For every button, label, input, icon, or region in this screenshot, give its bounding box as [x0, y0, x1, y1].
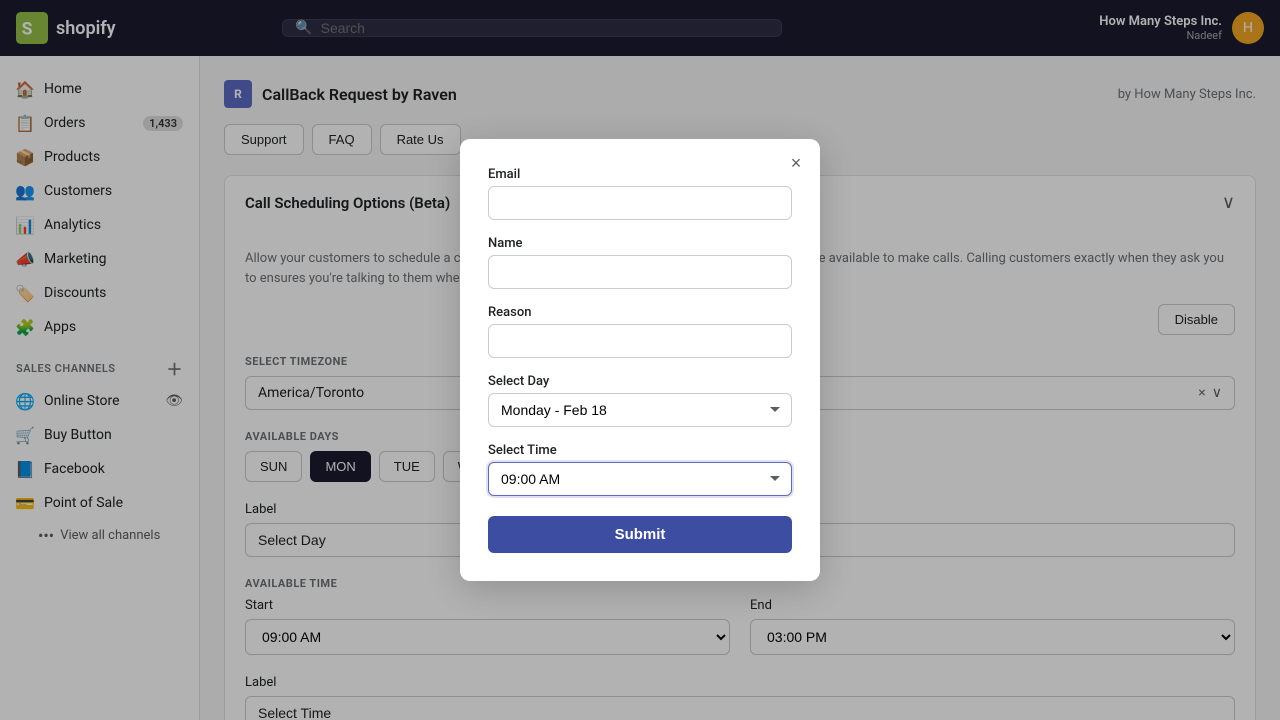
select-time-group: Select Time 09:00 AM 10:00 AM 11:00 AM 1… [488, 443, 792, 510]
modal-close-button[interactable]: × [784, 151, 808, 175]
select-day-label: Select Day [488, 374, 792, 389]
email-group: Email [488, 167, 792, 234]
reason-input[interactable] [488, 324, 792, 358]
select-time-label: Select Time [488, 443, 792, 458]
select-day-dropdown[interactable]: Monday - Feb 18 Tuesday - Feb 19 Wednesd… [488, 393, 792, 427]
email-label: Email [488, 167, 792, 182]
name-group: Name [488, 236, 792, 303]
name-input[interactable] [488, 255, 792, 289]
select-day-group: Select Day Monday - Feb 18 Tuesday - Feb… [488, 374, 792, 441]
callback-modal: × Email Name Reason Select Day Monday - … [460, 139, 820, 581]
reason-group: Reason [488, 305, 792, 372]
email-input[interactable] [488, 186, 792, 220]
modal-overlay[interactable]: × Email Name Reason Select Day Monday - … [0, 0, 1280, 720]
submit-button[interactable]: Submit [488, 516, 792, 553]
name-label: Name [488, 236, 792, 251]
select-time-dropdown[interactable]: 09:00 AM 10:00 AM 11:00 AM 12:00 PM 01:0… [488, 462, 792, 496]
reason-label: Reason [488, 305, 792, 320]
